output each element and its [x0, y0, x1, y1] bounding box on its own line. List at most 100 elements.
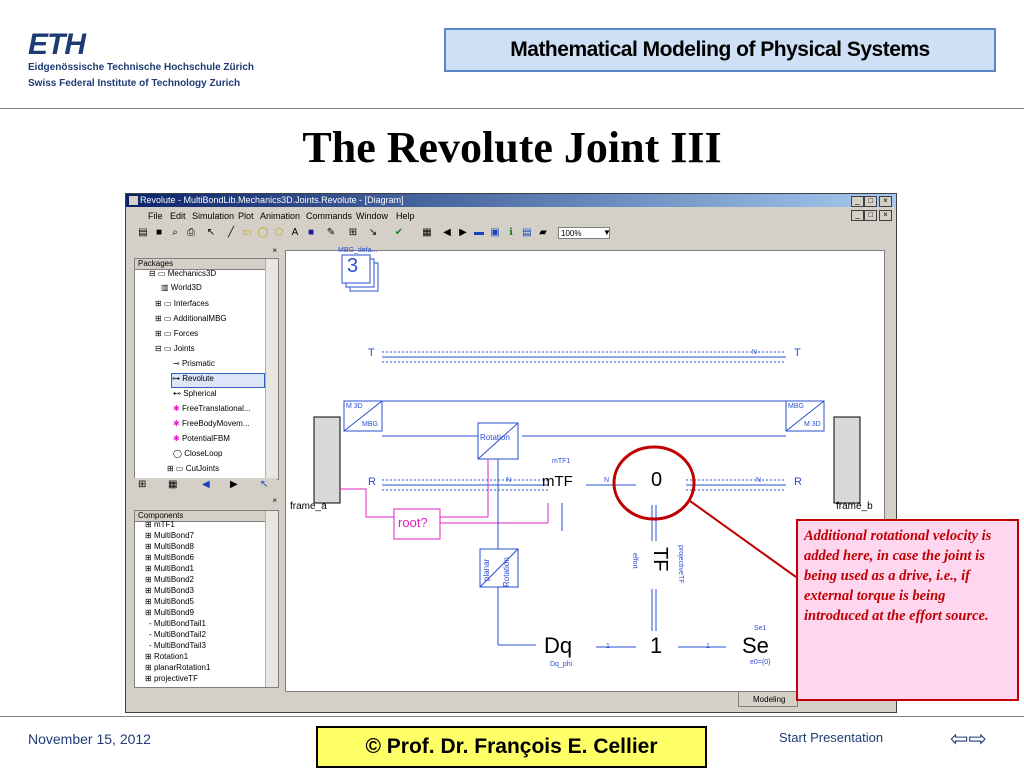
component-item[interactable]: ⊞ mTF1: [145, 520, 175, 529]
connect-mode-icon[interactable]: ↘: [366, 226, 380, 240]
tree-item-revolute[interactable]: ⊶ Revolute: [171, 373, 265, 388]
r-label-left: R: [368, 476, 376, 488]
component-item[interactable]: ⊞ MultiBond9: [145, 608, 194, 617]
menu-edit[interactable]: Edit: [170, 211, 186, 221]
info-layer-icon[interactable]: ℹ: [504, 226, 518, 240]
packages-scrollbar[interactable]: [265, 259, 278, 479]
minimize-button[interactable]: _: [851, 196, 864, 207]
menu-window[interactable]: Window: [356, 211, 388, 221]
menu-commands[interactable]: Commands: [306, 211, 352, 221]
doc-restore-button[interactable]: □: [864, 210, 877, 221]
help-pointer-icon[interactable]: ↖: [204, 226, 218, 240]
tree-item-additionalmbg[interactable]: ⊞ ▭ AdditionalMBG: [155, 314, 227, 323]
menu-animation[interactable]: Animation: [260, 211, 300, 221]
nav-up-icon[interactable]: ↖: [260, 479, 268, 490]
tree-item-world3d[interactable]: ▥ World3D: [161, 283, 202, 292]
text-layer-icon[interactable]: ▤: [520, 226, 534, 240]
tree-item-joints[interactable]: ⊟ ▭ Joints: [155, 344, 195, 353]
nav-left-icon[interactable]: ◀: [202, 479, 210, 490]
footer-author: © Prof. Dr. François E. Cellier: [316, 726, 707, 768]
polygon-tool-icon[interactable]: ⬠: [272, 226, 286, 240]
menu-help[interactable]: Help: [396, 211, 415, 221]
root-element[interactable]: root?: [398, 515, 428, 530]
rotation-block-label: Rotation: [480, 433, 510, 442]
library-icon[interactable]: ▦: [420, 226, 434, 240]
doc-close-button[interactable]: ×: [879, 210, 892, 221]
institution-german: Eidgenössische Technische Hochschule Zür…: [28, 62, 254, 73]
projective-tf-label: projectiveTF: [677, 545, 684, 584]
mbg-right-label: MBG: [788, 403, 804, 410]
icon-view-icon[interactable]: ▦: [168, 479, 177, 490]
tree-item-spherical[interactable]: ⊷ Spherical: [173, 389, 217, 398]
tree-item-freebodymovement[interactable]: ✱ FreeBodyMovem...: [173, 419, 250, 428]
tf-element[interactable]: TF: [648, 547, 671, 571]
line-color-icon[interactable]: ✎: [324, 226, 338, 240]
open-icon[interactable]: ▤: [136, 226, 150, 240]
tree-item-mechanics3d[interactable]: ⊟ ▭ Mechanics3D: [149, 269, 216, 278]
bond-graph-diagram: [286, 251, 884, 691]
grid-icon[interactable]: ⊞: [346, 226, 360, 240]
component-item[interactable]: ⊞ Rotation1: [145, 652, 188, 661]
line-tool-icon[interactable]: ╱: [224, 226, 238, 240]
doc-minimize-button[interactable]: _: [851, 210, 864, 221]
tree-item-cutjoints[interactable]: ⊞ ▭ CutJoints: [167, 464, 219, 473]
components-close-icon[interactable]: ×: [134, 496, 277, 506]
zero-junction[interactable]: 0: [651, 469, 662, 492]
component-item[interactable]: ⊞ planarRotation1: [145, 663, 210, 672]
mtf-element[interactable]: mTF: [542, 473, 573, 490]
save-icon[interactable]: ■: [152, 226, 166, 240]
nav-right-icon[interactable]: ▶: [230, 479, 238, 490]
component-item[interactable]: ⊞ MultiBond2: [145, 575, 194, 584]
component-item[interactable]: ⊞ MultiBond1: [145, 564, 194, 573]
tree-item-prismatic[interactable]: ⊸ Prismatic: [173, 359, 215, 368]
window-titlebar: Revolute - MultiBondLib.Mechanics3D.Join…: [126, 194, 896, 207]
components-scrollbar[interactable]: [265, 511, 278, 687]
nav-arrows-icon[interactable]: ⇦⇨: [950, 726, 987, 752]
tree-item-closeloop[interactable]: ◯ CloseLoop: [173, 449, 222, 458]
menu-file[interactable]: File: [148, 211, 163, 221]
text-tool-icon[interactable]: A: [288, 226, 302, 240]
close-button[interactable]: ×: [879, 196, 892, 207]
menu-bar: File Edit Simulation Plot Animation Comm…: [126, 209, 896, 223]
diagram-canvas[interactable]: MBG_defa... 3 T T N R R N N N M 3D MBG M…: [285, 247, 885, 692]
se1-label: Se1: [754, 625, 767, 632]
tree-item-forces[interactable]: ⊞ ▭ Forces: [155, 329, 198, 338]
chevron-down-icon[interactable]: ▼: [600, 226, 614, 240]
bond-one-label: 1: [706, 643, 710, 650]
zoom-icon[interactable]: ⌕: [168, 226, 182, 240]
component-item[interactable]: - MultiBondTail1: [149, 619, 206, 628]
equation-layer-icon[interactable]: ▰: [536, 226, 550, 240]
menu-plot[interactable]: Plot: [238, 211, 254, 221]
component-item[interactable]: ⊞ projectiveTF: [145, 674, 198, 683]
component-item[interactable]: - MultiBondTail3: [149, 641, 206, 650]
diagram-layer-icon[interactable]: ▬: [472, 226, 486, 240]
component-item[interactable]: - MultiBondTail2: [149, 630, 206, 639]
se-element[interactable]: Se: [742, 633, 769, 659]
icon-layer-icon[interactable]: ▣: [488, 226, 502, 240]
modeling-tab[interactable]: Modeling: [738, 691, 798, 707]
component-item[interactable]: ⊞ MultiBond7: [145, 531, 194, 540]
tree-view-icon[interactable]: ⊞: [138, 479, 146, 490]
fill-color-icon[interactable]: ■: [304, 226, 318, 240]
menu-simulation[interactable]: Simulation: [192, 211, 234, 221]
component-item[interactable]: ⊞ MultiBond8: [145, 542, 194, 551]
maximize-button[interactable]: □: [864, 196, 877, 207]
one-junction[interactable]: 1: [650, 633, 662, 659]
eth-logo: ETH: [28, 28, 86, 61]
component-item[interactable]: ⊞ MultiBond5: [145, 597, 194, 606]
back-arrow-icon[interactable]: ◀: [440, 226, 454, 240]
check-icon[interactable]: ✔: [392, 226, 406, 240]
ellipse-tool-icon[interactable]: ◯: [256, 226, 270, 240]
start-presentation-link[interactable]: Start Presentation: [779, 730, 883, 745]
component-item[interactable]: ⊞ MultiBond6: [145, 553, 194, 562]
component-item[interactable]: ⊞ MultiBond3: [145, 586, 194, 595]
forward-arrow-icon[interactable]: ▶: [456, 226, 470, 240]
packages-close-icon[interactable]: ×: [134, 246, 277, 256]
rectangle-tool-icon[interactable]: ▭: [240, 226, 254, 240]
print-icon[interactable]: ⎙: [184, 226, 198, 240]
mbg-default-label: MBG_defa...: [338, 247, 378, 254]
dq-element[interactable]: Dq: [544, 633, 572, 659]
tree-item-potentialfbm[interactable]: ✱ PotentialFBM: [173, 434, 230, 443]
tree-item-interfaces[interactable]: ⊞ ▭ Interfaces: [155, 299, 209, 308]
tree-item-freetranslational[interactable]: ✱ FreeTranslational...: [173, 404, 251, 413]
